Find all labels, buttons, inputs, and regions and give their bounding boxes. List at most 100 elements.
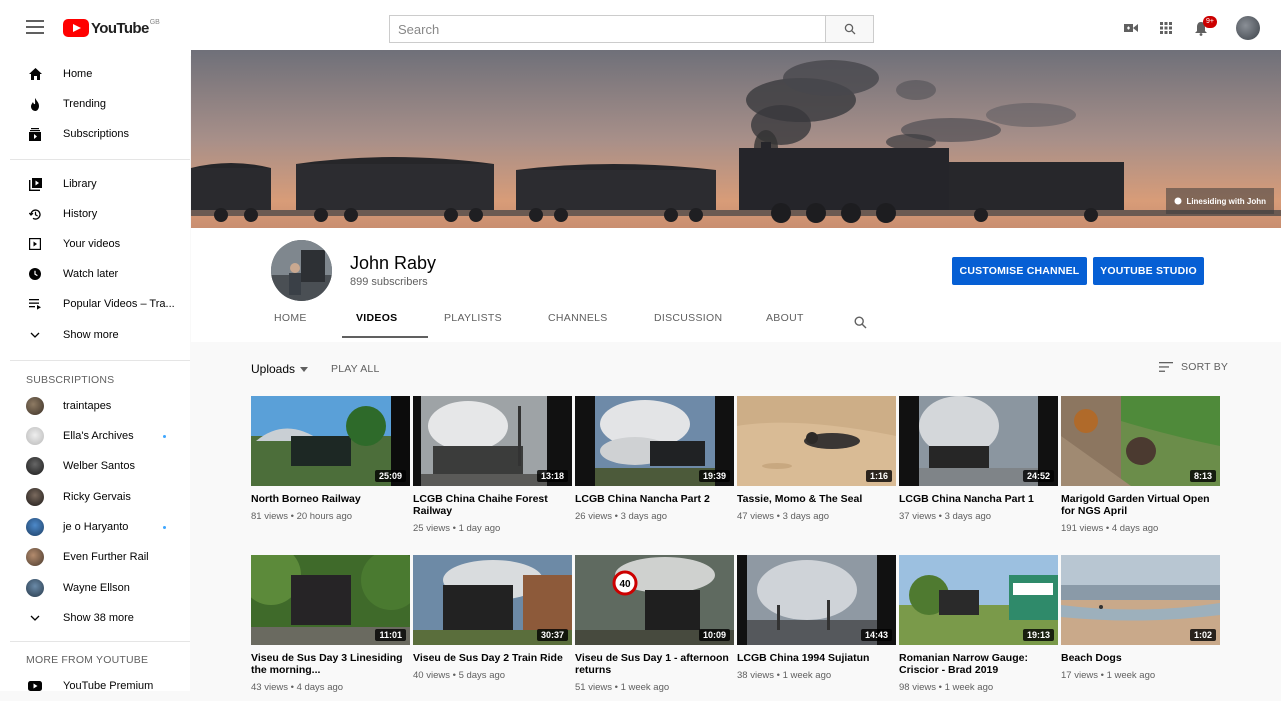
sidebar-item-show-more[interactable]: Show more (0, 320, 190, 350)
sidebar-label: Home (63, 68, 93, 80)
video-card[interactable]: 1:02 Beach Dogs 17 views • 1 week ago (1061, 555, 1220, 681)
tab-channels[interactable]: CHANNELS (548, 312, 608, 324)
channel-avatar (26, 548, 44, 566)
subscription-traintapes[interactable]: traintapes (0, 391, 190, 421)
clock-icon (28, 267, 42, 281)
sidebar-item-home[interactable]: Home (0, 59, 190, 89)
subscription-wayne-ellson[interactable]: Wayne Ellson (0, 573, 190, 603)
banner-link[interactable]: Linesiding with John (1166, 188, 1274, 214)
sidebar-item-subscriptions[interactable]: Subscriptions (0, 119, 190, 149)
sidebar-item-popular-videos[interactable]: Popular Videos – Tra... (0, 289, 190, 319)
subscription-welber-santos[interactable]: Welber Santos (0, 451, 190, 481)
sidebar-item-youtube-premium[interactable]: YouTube Premium (0, 671, 190, 701)
video-title[interactable]: Viseu de Sus Day 3 Linesiding the mornin… (251, 652, 410, 676)
tab-home[interactable]: HOME (274, 312, 307, 324)
channel-header: John Raby 899 subscribers CUSTOMISE CHAN… (191, 228, 1281, 342)
video-title[interactable]: LCGB China Nancha Part 2 (575, 493, 734, 505)
video-duration: 19:39 (698, 470, 730, 482)
video-title[interactable]: North Borneo Railway (251, 493, 410, 505)
playlist-icon (28, 297, 42, 311)
video-thumbnail[interactable]: 25:09 (251, 396, 410, 486)
sidebar-label: YouTube Premium (63, 680, 154, 692)
create-video-icon[interactable] (1121, 18, 1141, 38)
youtube-studio-button[interactable]: YOUTUBE STUDIO (1093, 257, 1204, 285)
tab-discussion[interactable]: DISCUSSION (654, 312, 722, 324)
sidebar-item-trending[interactable]: Trending (0, 89, 190, 119)
sidebar-item-library[interactable]: Library (0, 169, 190, 199)
tab-about[interactable]: ABOUT (766, 312, 804, 324)
video-card[interactable]: 14:43 LCGB China 1994 Sujiatun 38 views … (737, 555, 896, 681)
video-thumbnail[interactable]: 30:37 (413, 555, 572, 645)
video-card[interactable]: 8:13 Marigold Garden Virtual Open for NG… (1061, 396, 1220, 534)
channel-avatar (26, 397, 44, 415)
video-thumbnail[interactable]: 24:52 (899, 396, 1058, 486)
tab-playlists[interactable]: PLAYLISTS (444, 312, 502, 324)
video-card[interactable]: 30:37 Viseu de Sus Day 2 Train Ride 40 v… (413, 555, 572, 681)
customise-channel-button[interactable]: CUSTOMISE CHANNEL (952, 257, 1087, 285)
sidebar-item-history[interactable]: History (0, 199, 190, 229)
sidebar: Home Trending Subscriptions Library Hist… (0, 56, 190, 692)
video-card[interactable]: 1:16 Tassie, Momo & The Seal 47 views • … (737, 396, 896, 522)
video-thumbnail[interactable]: 1:16 (737, 396, 896, 486)
video-card[interactable]: 19:13 Romanian Narrow Gauge: Criscior - … (899, 555, 1058, 693)
video-thumbnail[interactable]: 11:01 (251, 555, 410, 645)
subscription-even-further-rail[interactable]: Even Further Rail (0, 542, 190, 572)
video-title[interactable]: Marigold Garden Virtual Open for NGS Apr… (1061, 493, 1220, 517)
channel-avatar (26, 457, 44, 475)
history-icon (28, 207, 42, 221)
video-card[interactable]: 11:01 Viseu de Sus Day 3 Linesiding the … (251, 555, 410, 693)
sidebar-divider (10, 360, 190, 361)
channel-avatar[interactable] (271, 240, 332, 301)
video-thumbnail[interactable]: 8:13 (1061, 396, 1220, 486)
video-card[interactable]: 24:52 LCGB China Nancha Part 1 37 views … (899, 396, 1058, 522)
sidebar-item-your-videos[interactable]: Your videos (0, 229, 190, 259)
subscription-label: Welber Santos (63, 460, 135, 472)
video-thumbnail[interactable]: 1:02 (1061, 555, 1220, 645)
video-title[interactable]: Beach Dogs (1061, 652, 1220, 664)
video-thumbnail[interactable]: 40 10:09 (575, 555, 734, 645)
video-title[interactable]: LCGB China 1994 Sujiatun (737, 652, 896, 664)
video-title[interactable]: Tassie, Momo & The Seal (737, 493, 896, 505)
channel-search-icon[interactable] (854, 316, 867, 334)
subscription-ricky-gervais[interactable]: Ricky Gervais (0, 482, 190, 512)
play-all-button[interactable]: PLAY ALL (331, 363, 380, 375)
apps-grid-icon[interactable] (1156, 18, 1176, 38)
sort-icon (1159, 362, 1173, 372)
video-duration: 1:02 (1189, 629, 1216, 641)
video-card[interactable]: 40 10:09 Viseu de Sus Day 1 - afternoon … (575, 555, 734, 693)
video-card[interactable]: 25:09 North Borneo Railway 81 views • 20… (251, 396, 410, 522)
sidebar-label: Trending (63, 98, 107, 110)
video-thumbnail[interactable]: 19:39 (575, 396, 734, 486)
video-thumbnail[interactable]: 19:13 (899, 555, 1058, 645)
sidebar-label: Subscriptions (63, 128, 130, 140)
active-tab-indicator (342, 336, 428, 338)
more-from-youtube-heading: MORE FROM YOUTUBE (26, 654, 149, 666)
video-title[interactable]: LCGB China Chaihe Forest Railway (413, 493, 572, 517)
sort-by-button[interactable]: SORT BY (1159, 361, 1228, 373)
subscription-je-o-haryanto[interactable]: je o Haryanto (0, 512, 190, 542)
menu-icon[interactable] (26, 20, 44, 34)
video-thumbnail[interactable]: 13:18 (413, 396, 572, 486)
video-card[interactable]: 13:18 LCGB China Chaihe Forest Railway 2… (413, 396, 572, 534)
channel-avatar (26, 427, 44, 445)
sidebar-item-watch-later[interactable]: Watch later (0, 259, 190, 289)
youtube-logo[interactable]: YouTube GB (63, 19, 160, 37)
account-avatar[interactable] (1236, 16, 1260, 40)
video-duration: 8:13 (1189, 470, 1216, 482)
search-button[interactable] (825, 15, 874, 43)
video-title[interactable]: Viseu de Sus Day 2 Train Ride (413, 652, 572, 664)
video-title[interactable]: Viseu de Sus Day 1 - afternoon returns (575, 652, 734, 676)
video-title[interactable]: Romanian Narrow Gauge: Criscior - Brad 2… (899, 652, 1058, 676)
subscription-ellas-archives[interactable]: Ella's Archives (0, 421, 190, 451)
search-input[interactable]: Search (389, 15, 826, 43)
video-card[interactable]: 19:39 LCGB China Nancha Part 2 26 views … (575, 396, 734, 522)
video-meta: 47 views • 3 days ago (737, 511, 830, 522)
video-duration: 11:01 (375, 629, 406, 641)
video-thumbnail[interactable]: 14:43 (737, 555, 896, 645)
chevron-down-icon (28, 328, 42, 342)
tab-videos[interactable]: VIDEOS (356, 312, 397, 324)
subscriptions-show-more[interactable]: Show 38 more (0, 603, 190, 633)
uploads-dropdown[interactable]: Uploads (251, 362, 309, 376)
video-meta: 43 views • 4 days ago (251, 682, 344, 693)
video-title[interactable]: LCGB China Nancha Part 1 (899, 493, 1058, 505)
